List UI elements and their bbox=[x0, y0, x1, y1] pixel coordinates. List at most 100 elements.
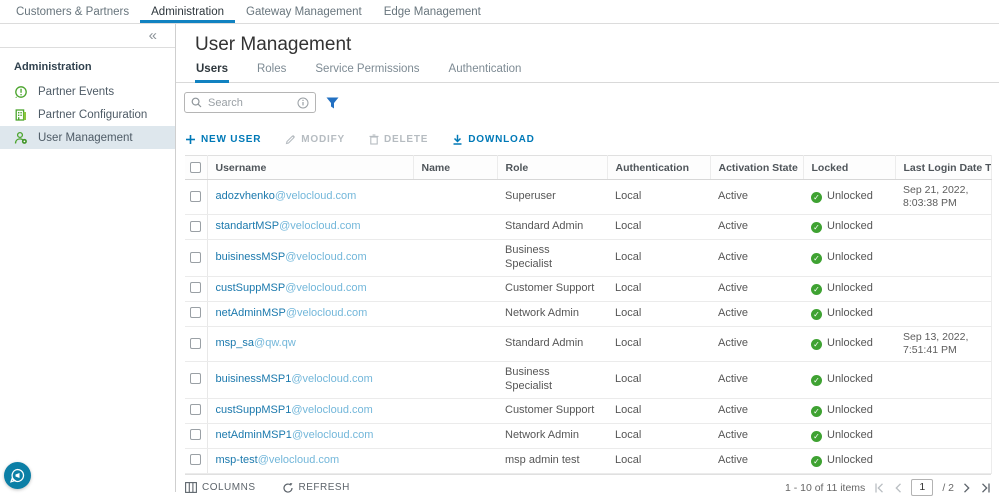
sidebar: « Administration Partner Events Partner … bbox=[0, 24, 176, 492]
row-checkbox[interactable] bbox=[190, 454, 201, 465]
last-login-cell bbox=[895, 423, 991, 448]
columns-button[interactable]: COLUMNS bbox=[185, 482, 256, 493]
row-checkbox[interactable] bbox=[190, 338, 201, 349]
select-all-checkbox[interactable] bbox=[190, 162, 201, 173]
tab-users[interactable]: Users bbox=[195, 63, 229, 82]
row-checkbox[interactable] bbox=[190, 191, 201, 202]
username-link[interactable]: standartMSP@velocloud.com bbox=[216, 220, 361, 232]
first-page-button bbox=[874, 483, 885, 493]
pagination: 1 - 10 of 11 items 1 / 2 bbox=[785, 479, 991, 496]
activation-state-cell: Active bbox=[710, 423, 803, 448]
new-user-button[interactable]: NEW USER bbox=[185, 134, 261, 145]
role-cell: Business Specialist bbox=[497, 362, 607, 399]
last-login-cell bbox=[895, 362, 991, 399]
row-checkbox-cell bbox=[185, 362, 207, 399]
activation-state-cell: Active bbox=[710, 301, 803, 326]
row-checkbox[interactable] bbox=[190, 282, 201, 293]
last-login-cell bbox=[895, 276, 991, 301]
username-link[interactable]: buisinessMSP@velocloud.com bbox=[216, 251, 367, 263]
locked-cell: ✓Unlocked bbox=[803, 423, 895, 448]
table-body: adozvhenko@velocloud.com Superuser Local… bbox=[185, 180, 991, 474]
activation-state-cell: Active bbox=[710, 276, 803, 301]
table-row: adozvhenko@velocloud.com Superuser Local… bbox=[185, 180, 991, 215]
locked-cell: ✓Unlocked bbox=[803, 301, 895, 326]
row-checkbox[interactable] bbox=[190, 252, 201, 263]
table-header-row: Username Name Role Authentication Activa… bbox=[185, 156, 991, 180]
page-title: User Management bbox=[176, 24, 999, 56]
role-cell: Standard Admin bbox=[497, 326, 607, 361]
activation-state-cell: Active bbox=[710, 240, 803, 277]
username-cell: buisinessMSP1@velocloud.com bbox=[207, 362, 413, 399]
role-cell: Standard Admin bbox=[497, 215, 607, 240]
username-link[interactable]: netAdminMSP@velocloud.com bbox=[216, 307, 368, 319]
table-row: custSuppMSP1@velocloud.com Customer Supp… bbox=[185, 398, 991, 423]
unlocked-icon: ✓ bbox=[811, 406, 822, 417]
username-link[interactable]: msp-test@velocloud.com bbox=[216, 454, 340, 466]
auth-cell: Local bbox=[607, 301, 710, 326]
activation-state-cell: Active bbox=[710, 448, 803, 473]
collapse-sidebar-icon[interactable]: « bbox=[149, 28, 157, 43]
username-cell: custSuppMSP1@velocloud.com bbox=[207, 398, 413, 423]
chat-bubble-icon bbox=[10, 468, 25, 483]
sidebar-item-partner-configuration[interactable]: Partner Configuration bbox=[0, 103, 175, 126]
name-cell bbox=[413, 276, 497, 301]
unlocked-icon: ✓ bbox=[811, 375, 822, 386]
role-cell: Network Admin bbox=[497, 301, 607, 326]
tab-service-permissions[interactable]: Service Permissions bbox=[314, 63, 420, 82]
username-link[interactable]: netAdminMSP1@velocloud.com bbox=[216, 429, 374, 441]
toolbar: NEW USER MODIFY DELETE DOWNLOAD bbox=[185, 134, 999, 145]
username-link[interactable]: adozvhenko@velocloud.com bbox=[216, 190, 357, 202]
event-circle-icon bbox=[14, 85, 28, 99]
tab-roles[interactable]: Roles bbox=[256, 63, 287, 82]
auth-cell: Local bbox=[607, 215, 710, 240]
username-link[interactable]: buisinessMSP1@velocloud.com bbox=[216, 373, 373, 385]
nav-gateway-management[interactable]: Gateway Management bbox=[235, 0, 373, 23]
row-checkbox[interactable] bbox=[190, 307, 201, 318]
next-page-button[interactable] bbox=[963, 483, 971, 493]
nav-administration[interactable]: Administration bbox=[140, 0, 235, 23]
activation-state-cell: Active bbox=[710, 398, 803, 423]
role-cell: Superuser bbox=[497, 180, 607, 215]
row-checkbox[interactable] bbox=[190, 373, 201, 384]
sidebar-header: « bbox=[0, 24, 175, 48]
row-checkbox[interactable] bbox=[190, 404, 201, 415]
username-link[interactable]: custSuppMSP1@velocloud.com bbox=[216, 404, 373, 416]
support-chat-button[interactable] bbox=[4, 462, 31, 489]
username-link[interactable]: custSuppMSP@velocloud.com bbox=[216, 282, 367, 294]
sidebar-item-user-management[interactable]: User Management bbox=[0, 126, 175, 149]
row-checkbox[interactable] bbox=[190, 429, 201, 440]
locked-cell: ✓Unlocked bbox=[803, 362, 895, 399]
pencil-icon bbox=[285, 134, 296, 145]
sidebar-item-partner-events[interactable]: Partner Events bbox=[0, 80, 175, 103]
col-role: Role bbox=[497, 156, 607, 180]
username-link[interactable]: msp_sa@qw.qw bbox=[216, 337, 296, 349]
row-checkbox-cell bbox=[185, 276, 207, 301]
download-button[interactable]: DOWNLOAD bbox=[452, 134, 534, 145]
trash-icon bbox=[369, 134, 379, 145]
page-number-input[interactable]: 1 bbox=[911, 479, 933, 496]
role-cell: Network Admin bbox=[497, 423, 607, 448]
sidebar-item-label: User Management bbox=[38, 132, 133, 144]
row-checkbox-cell bbox=[185, 301, 207, 326]
tab-authentication[interactable]: Authentication bbox=[448, 63, 523, 82]
nav-customers-partners[interactable]: Customers & Partners bbox=[5, 0, 140, 23]
nav-edge-management[interactable]: Edge Management bbox=[373, 0, 492, 23]
auth-cell: Local bbox=[607, 423, 710, 448]
row-checkbox[interactable] bbox=[190, 221, 201, 232]
table-row: buisinessMSP@velocloud.com Business Spec… bbox=[185, 240, 991, 277]
filter-icon[interactable] bbox=[326, 97, 339, 109]
role-cell: Business Specialist bbox=[497, 240, 607, 277]
locked-cell: ✓Unlocked bbox=[803, 326, 895, 361]
info-icon[interactable] bbox=[297, 97, 309, 109]
prev-page-button bbox=[894, 483, 902, 493]
col-authentication: Authentication bbox=[607, 156, 710, 180]
name-cell bbox=[413, 301, 497, 326]
last-page-button[interactable] bbox=[980, 483, 991, 493]
search-input[interactable] bbox=[206, 96, 293, 110]
activation-state-cell: Active bbox=[710, 215, 803, 240]
sidebar-item-label: Partner Configuration bbox=[38, 109, 147, 121]
username-cell: standartMSP@velocloud.com bbox=[207, 215, 413, 240]
sidebar-item-label: Partner Events bbox=[38, 86, 114, 98]
auth-cell: Local bbox=[607, 276, 710, 301]
activation-state-cell: Active bbox=[710, 362, 803, 399]
